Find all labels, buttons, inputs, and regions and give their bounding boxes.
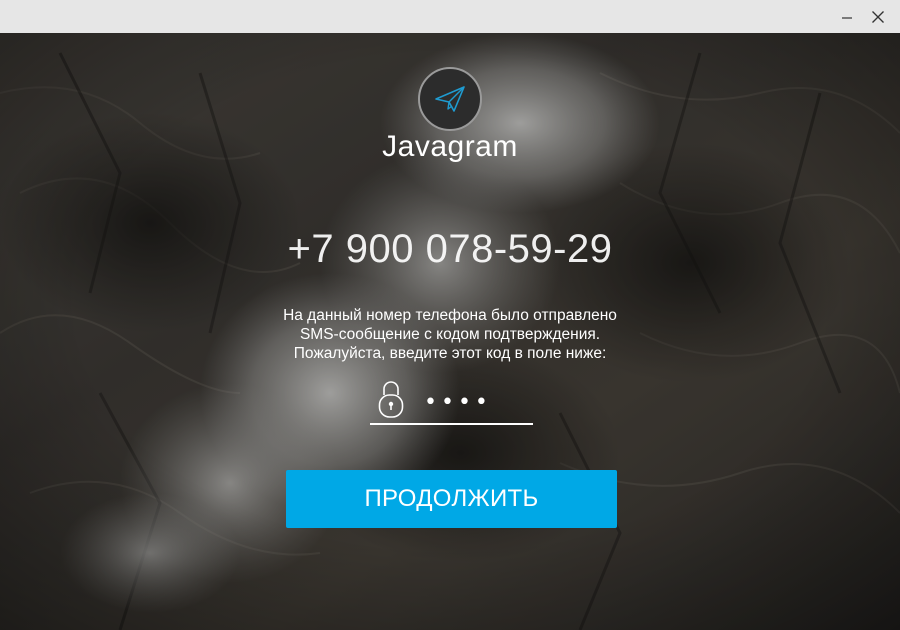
minimize-icon — [842, 16, 852, 19]
title-bar[interactable] — [0, 0, 900, 33]
close-button[interactable] — [860, 0, 896, 33]
continue-button[interactable]: ПРОДОЛЖИТЬ — [286, 470, 617, 528]
app-logo — [418, 67, 482, 131]
app-title: Javagram — [382, 130, 518, 163]
lock-icon — [378, 381, 404, 418]
login-panel: Javagram +7 900 078-59-29 На данный номе… — [0, 33, 900, 630]
app-window: Javagram +7 900 078-59-29 На данный номе… — [0, 0, 900, 630]
info-line: Пожалуйста, введите этот код в поле ниже… — [293, 345, 607, 362]
sms-code-field[interactable] — [370, 379, 533, 425]
info-line: SMS-сообщение с кодом подтверждения. — [299, 326, 601, 343]
paper-plane-icon — [435, 86, 465, 112]
sms-code-input[interactable] — [422, 387, 531, 417]
sms-info-text: На данный номер телефона было отправлено… — [0, 306, 900, 363]
phone-number: +7 900 078-59-29 — [287, 227, 613, 271]
close-icon — [872, 10, 884, 23]
info-line: На данный номер телефона было отправлено — [283, 307, 617, 324]
